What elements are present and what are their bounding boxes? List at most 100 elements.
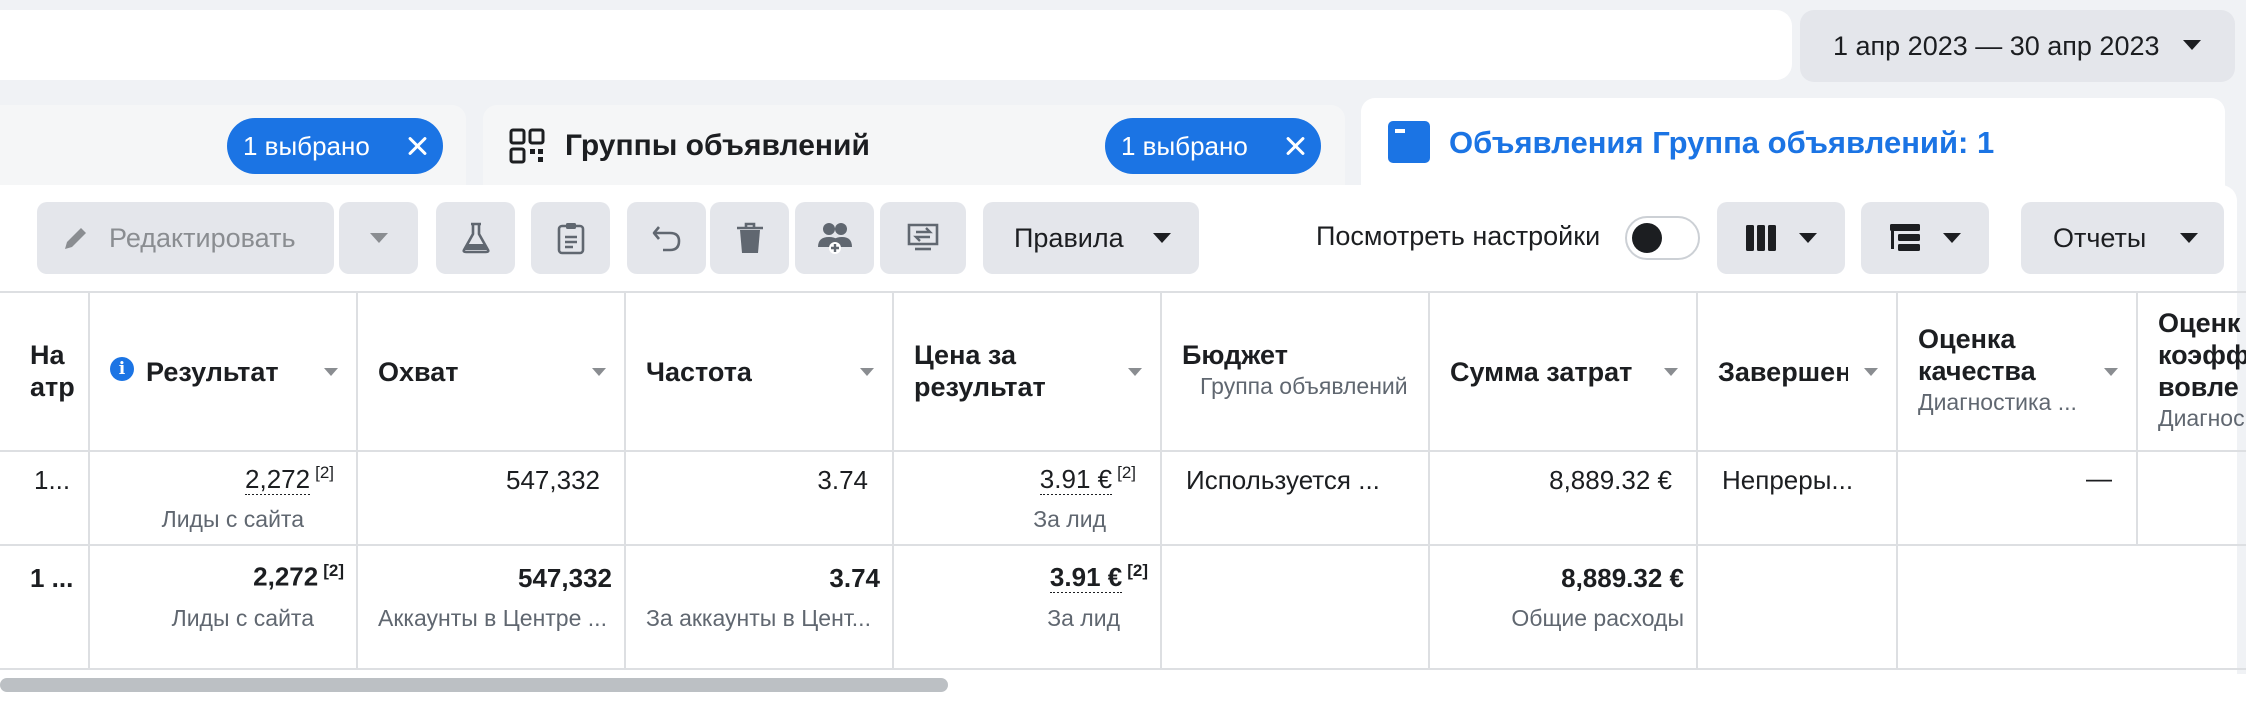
column-header-budget[interactable]: Бюджет Группа объявлений (1182, 339, 1422, 401)
chevron-down-icon (2183, 40, 2201, 50)
cost-note: [2] (1117, 463, 1136, 482)
totals-result-note: [2] (323, 561, 344, 580)
sort-chevron-icon[interactable] (1664, 368, 1678, 376)
scrollbar-thumb[interactable] (0, 678, 948, 692)
cost-value[interactable]: 3.91 € (1039, 463, 1113, 495)
breakdown-button[interactable] (1861, 202, 1989, 274)
close-icon[interactable] (407, 136, 427, 156)
ab-test-button[interactable] (436, 202, 515, 274)
flask-icon (461, 222, 490, 254)
undo-button[interactable] (627, 202, 706, 274)
row-cost-sub: За лид (1033, 506, 1106, 532)
reports-label: Отчеты (2053, 222, 2147, 253)
tab-ads[interactable]: Объявления Группа объявлений: 1 (1361, 98, 2225, 194)
edit-label: Редактировать (109, 222, 296, 253)
duplicate-button[interactable] (531, 202, 610, 274)
row-first-cell: 1... (34, 465, 71, 495)
column-header-frequency[interactable]: Частота (646, 356, 752, 388)
pencil-icon (65, 228, 86, 249)
chip-label: 1 выбрано (243, 130, 370, 161)
grid-icon (509, 128, 545, 164)
sort-chevron-icon[interactable] (1864, 368, 1878, 376)
tab-adsets[interactable]: Группы объявлений 1 выбрано (483, 105, 1345, 187)
chevron-down-icon (1153, 233, 1171, 243)
audience-icon (817, 223, 852, 254)
edit-dropdown-button[interactable] (339, 202, 418, 274)
header-line: Оценка (1918, 324, 2016, 354)
totals-amount-sub: Общие расходы (1511, 605, 1684, 631)
chevron-down-icon (1943, 233, 1961, 243)
sort-chevron-icon[interactable] (324, 368, 338, 376)
column-divider (2136, 291, 2138, 544)
info-icon[interactable]: i (110, 357, 134, 381)
totals-first-cell: 1 ... (30, 563, 74, 593)
column-divider (1896, 291, 1898, 668)
totals-result-sub: Лиды с сайта (171, 605, 314, 631)
totals-reach-sub: Аккаунты в Центре ... (378, 605, 607, 631)
sort-chevron-icon[interactable] (2104, 368, 2118, 376)
audience-button[interactable] (795, 202, 874, 274)
table-top-border (0, 291, 2246, 293)
header-line: Бюджет (1182, 340, 1288, 370)
columns-button[interactable] (1717, 202, 1845, 274)
totals-cost-note: [2] (1127, 561, 1148, 580)
sort-chevron-icon[interactable] (592, 368, 606, 376)
row-ends: Непреры... (1722, 465, 1854, 495)
chevron-down-icon (369, 233, 388, 243)
search-bar[interactable] (0, 10, 1792, 80)
edit-button[interactable]: Редактировать (37, 202, 334, 274)
sort-chevron-icon[interactable] (860, 368, 874, 376)
column-header-cost-per-result[interactable]: Цена за результат (914, 339, 1046, 403)
rules-button[interactable]: Правила (983, 202, 1199, 274)
adsets-tab-title: Группы объявлений (565, 129, 870, 162)
totals-cost-sub: За лид (1047, 605, 1120, 631)
row-frequency: 3.74 (817, 465, 868, 495)
header-line: качества (1918, 356, 2036, 386)
header-line: коэфф (2158, 340, 2246, 370)
table-header-border (0, 450, 2246, 452)
column-header-result[interactable]: Результат (146, 356, 279, 388)
header-line: атр (30, 372, 75, 402)
compare-icon (907, 223, 939, 251)
result-value[interactable]: 2,272 (245, 463, 311, 495)
column-header-reach[interactable]: Охват (378, 356, 459, 388)
column-divider (892, 291, 894, 668)
view-settings-toggle[interactable] (1625, 216, 1700, 260)
row-cost-per-result: 3.91 € [2] (906, 463, 1136, 495)
clipboard-icon (557, 223, 584, 255)
totals-frequency-sub: За аккаунты в Цент... (646, 605, 871, 631)
campaigns-selected-chip[interactable]: 1 выбрано (227, 118, 443, 174)
date-range-picker[interactable]: 1 апр 2023 — 30 апр 2023 (1800, 10, 2235, 82)
column-divider (356, 291, 358, 668)
close-icon[interactable] (1285, 136, 1305, 156)
column-header-first[interactable]: На атр (30, 339, 80, 403)
column-divider (1428, 291, 1430, 668)
header-subtitle: Группа объявлений (1200, 373, 1408, 399)
tab-campaigns[interactable]: 1 выбрано (0, 105, 466, 187)
column-header-amount-spent[interactable]: Сумма затрат (1450, 356, 1632, 388)
column-header-engagement[interactable]: Оценк коэфф вовле Диагнос (2158, 307, 2246, 433)
table-bottom-border (0, 668, 2246, 670)
sort-chevron-icon[interactable] (1128, 368, 1142, 376)
reports-button[interactable]: Отчеты (2021, 202, 2224, 274)
totals-result: 2,272 [2] (100, 561, 344, 593)
chip-label: 1 выбрано (1121, 130, 1248, 161)
column-header-ends[interactable]: Завершен (1718, 356, 1848, 388)
row-budget: Используется ... (1186, 465, 1380, 495)
view-settings-label: Посмотреть настройки (1316, 221, 1601, 251)
header-line: вовле (2158, 372, 2239, 402)
row-result: 2,272 [2] (100, 463, 334, 495)
chevron-down-icon (1799, 233, 1817, 243)
header-line: На (30, 340, 65, 370)
delete-button[interactable] (710, 202, 789, 274)
adsets-selected-chip[interactable]: 1 выбрано (1105, 118, 1321, 174)
row-amount-spent: 8,889.32 € (1549, 465, 1672, 495)
date-range-label: 1 апр 2023 — 30 апр 2023 (1833, 30, 2160, 61)
totals-amount-spent: 8,889.32 € (1561, 563, 1684, 593)
compare-button[interactable] (880, 202, 966, 274)
rules-label: Правила (1014, 222, 1124, 253)
result-note: [2] (315, 463, 334, 482)
totals-cost-value[interactable]: 3.91 € (1049, 561, 1123, 593)
column-header-quality[interactable]: Оценка качества Диагностика ... (1918, 323, 2108, 417)
totals-cost-per-result: 3.91 € [2] (906, 561, 1148, 593)
